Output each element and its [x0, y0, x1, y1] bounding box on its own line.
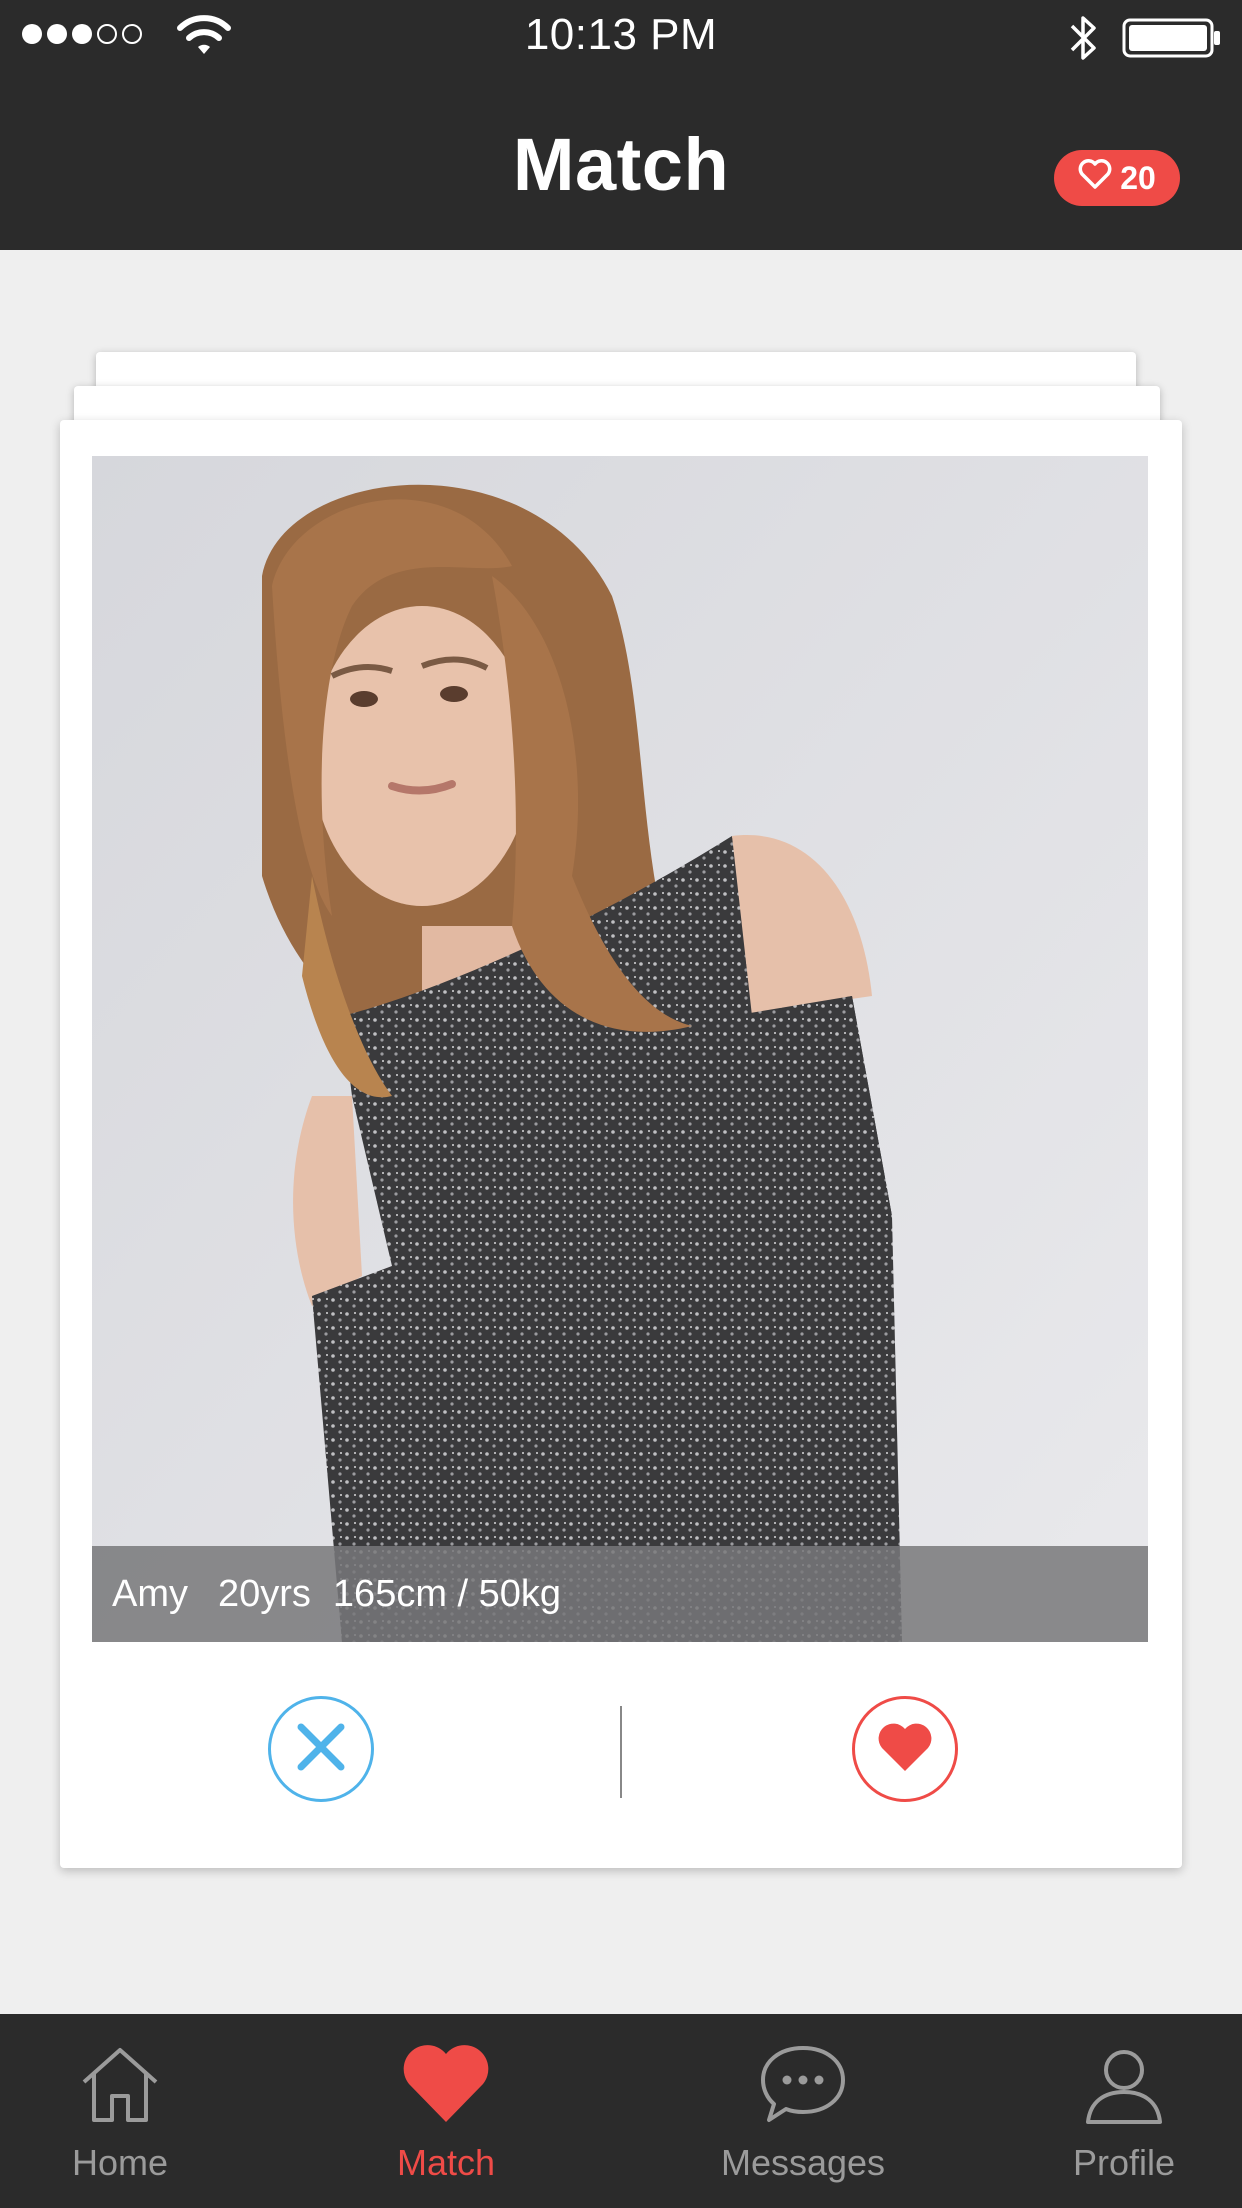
tab-messages[interactable]: Messages: [692, 2014, 914, 2208]
tab-bar: Home Match Messages Profile: [0, 2014, 1242, 2208]
heart-icon: [336, 2042, 556, 2134]
card-actions: [60, 1670, 1182, 1830]
tab-profile-label: Profile: [1072, 2142, 1176, 2183]
tab-match-label: Match: [396, 2142, 496, 2183]
tab-profile[interactable]: Profile: [1014, 2014, 1234, 2208]
likes-count-badge[interactable]: 20: [1054, 150, 1180, 206]
dislike-button[interactable]: [268, 1696, 374, 1802]
tab-home[interactable]: Home: [10, 2014, 230, 2208]
status-bar: 10:13 PM: [0, 0, 1242, 72]
top-bar: 10:13 PM Match 20: [0, 0, 1242, 250]
tab-home-label: Home: [71, 2142, 169, 2183]
profile-card[interactable]: Amy 20yrs 165cm / 50kg: [60, 420, 1182, 1868]
tab-match[interactable]: Match: [336, 2014, 556, 2208]
tab-messages-label: Messages: [720, 2142, 886, 2183]
heart-icon: [876, 1721, 934, 1778]
profile-photo: Amy 20yrs 165cm / 50kg: [92, 456, 1148, 1642]
like-button[interactable]: [852, 1696, 958, 1802]
profile-name: Amy: [112, 1572, 188, 1615]
likes-count: 20: [1120, 159, 1156, 196]
home-icon: [10, 2042, 230, 2134]
action-divider: [620, 1706, 622, 1798]
chat-bubble-icon: [692, 2042, 914, 2134]
battery-icon: [1122, 18, 1222, 63]
close-icon: [293, 1719, 349, 1780]
profile-measurements: 165cm / 50kg: [332, 1572, 562, 1615]
status-time: 10:13 PM: [524, 10, 718, 59]
profile-age: 20yrs: [218, 1572, 311, 1615]
person-icon: [1014, 2042, 1234, 2134]
profile-info-bar: Amy 20yrs 165cm / 50kg: [92, 1546, 1148, 1642]
bluetooth-icon: [1066, 12, 1100, 69]
page-title: Match: [512, 123, 730, 206]
heart-outline-icon: [1078, 159, 1112, 197]
